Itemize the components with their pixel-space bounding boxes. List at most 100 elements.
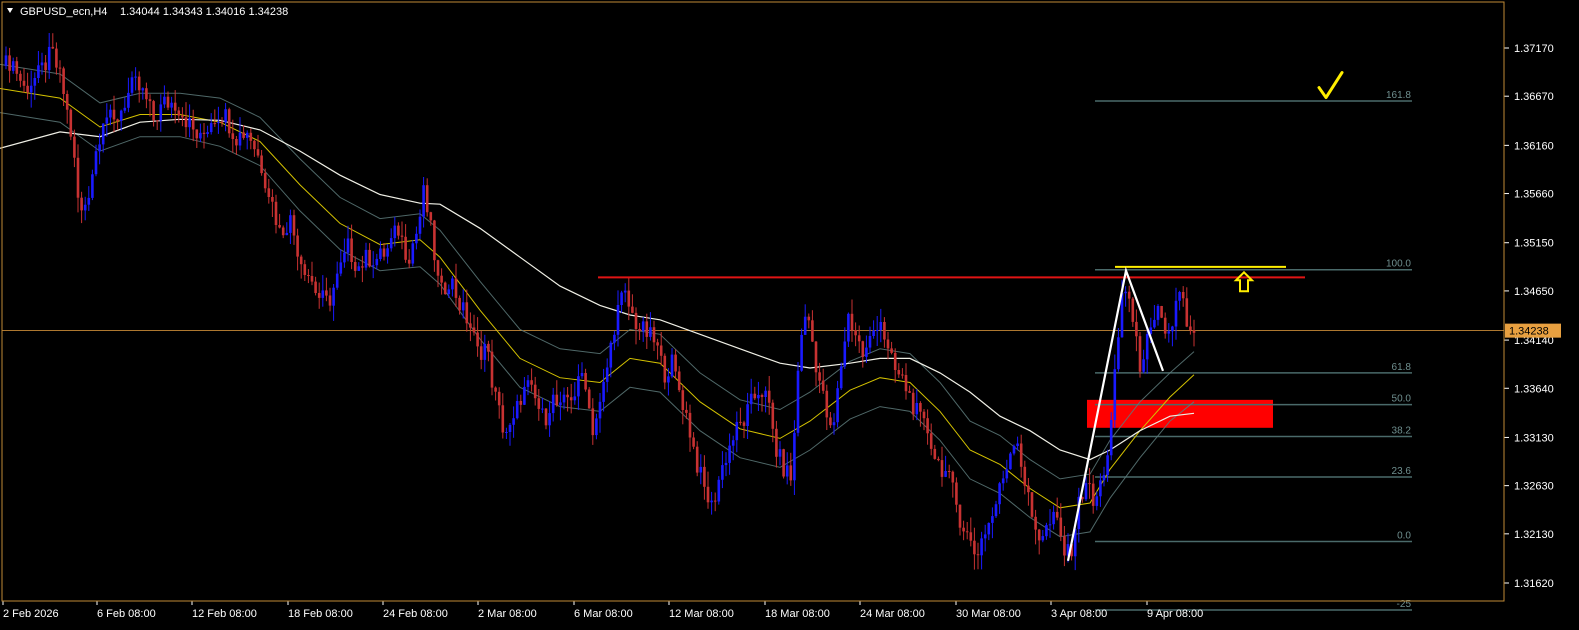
fib-level-label: 61.8 [1392,362,1412,373]
candle-body [757,395,760,399]
candle-body [1009,453,1012,470]
candle-body [476,332,479,347]
candle-body [346,238,350,253]
x-tick-label: 3 Apr 08:00 [1051,608,1107,620]
fib-level-label: 50.0 [1392,394,1412,405]
candle-body [641,321,645,332]
candle-body [163,96,166,105]
candle-body [271,197,274,202]
candle-body [278,225,281,228]
candle-body [325,290,328,296]
candle-body [245,132,249,138]
candle-body [577,376,580,397]
candle-body [469,323,472,328]
candle-body [544,408,548,426]
fib-level-label: 161.8 [1386,90,1411,101]
candle-body [811,320,814,342]
candle-body [361,266,364,268]
candle-body [1185,298,1189,327]
candle-body [389,238,393,249]
candle-body [418,216,422,234]
candle-body [87,197,91,205]
price-chart[interactable]: 161.8100.061.850.038.223.60.0-25 1.37170… [0,0,1579,630]
candle-body [695,446,699,473]
candle-body [580,373,584,377]
candle-body [191,118,195,130]
candle-body [717,479,721,502]
candle-body [11,61,15,71]
candle-body [501,405,505,433]
candle-body [296,235,299,257]
fib-level-label: 38.2 [1392,425,1412,436]
candle-body [555,394,559,406]
candle-body [447,289,451,295]
current-price-label: 1.34238 [1509,326,1549,338]
candle-body [728,445,731,463]
candle-body [904,375,908,392]
candle-body [166,96,170,108]
candle-body [674,354,677,372]
candle-body [901,374,904,376]
candle-body [886,339,890,349]
candle-body [883,322,886,340]
candle-body [839,366,843,389]
candle-body [598,401,602,419]
chart-background [0,0,1579,630]
candle-body [483,343,487,360]
candle-body [983,534,987,539]
candle-body [33,78,37,86]
candle-body [375,258,379,266]
candle-body [688,412,692,438]
candle-body [713,500,717,502]
candle-body [865,347,868,357]
candle-body [73,136,76,158]
fib-level-label: 23.6 [1392,466,1412,477]
candle-body [573,396,577,401]
candle-body [4,55,8,66]
candle-body [526,380,530,387]
fib-level-label: 100.0 [1386,259,1411,270]
candle-body [267,188,271,197]
candle-body [785,465,789,477]
candle-body [213,123,217,125]
candle-body [1167,331,1171,334]
candle-body [1030,492,1034,517]
candle-body [400,235,404,237]
candle-body [638,329,641,332]
candle-body [940,460,944,477]
candle-body [1019,443,1023,467]
candle-body [1048,524,1052,526]
x-tick-label: 30 Mar 08:00 [956,608,1021,620]
candle-body [551,394,555,414]
candle-body [523,386,526,405]
candle-body [962,527,965,532]
candle-body [76,157,80,198]
candle-body [155,120,159,122]
candle-body [958,504,962,528]
candle-body [537,398,541,409]
candle-body [789,465,793,481]
candle-body [436,260,440,276]
candle-body [123,107,127,111]
candle-body [393,225,397,239]
x-tick-label: 2 Mar 08:00 [478,608,537,620]
candle-body [667,376,670,383]
x-tick-label: 12 Feb 08:00 [192,608,257,620]
candle-body [832,422,836,426]
y-tick-label: 1.32630 [1514,481,1554,493]
candle-body [458,297,461,311]
candle-body [1189,326,1192,331]
candle-body [422,185,425,217]
candle-body [890,348,893,353]
candle-body [879,322,883,330]
candle-body [1001,478,1005,484]
candle-body [944,471,947,477]
candle-body [343,252,346,263]
candle-body [836,388,839,423]
candle-body [249,132,253,141]
candle-body [1055,511,1059,518]
candle-body [242,132,245,138]
candle-body [490,351,494,388]
x-tick-label: 18 Mar 08:00 [765,608,830,620]
candle-body [238,132,242,146]
